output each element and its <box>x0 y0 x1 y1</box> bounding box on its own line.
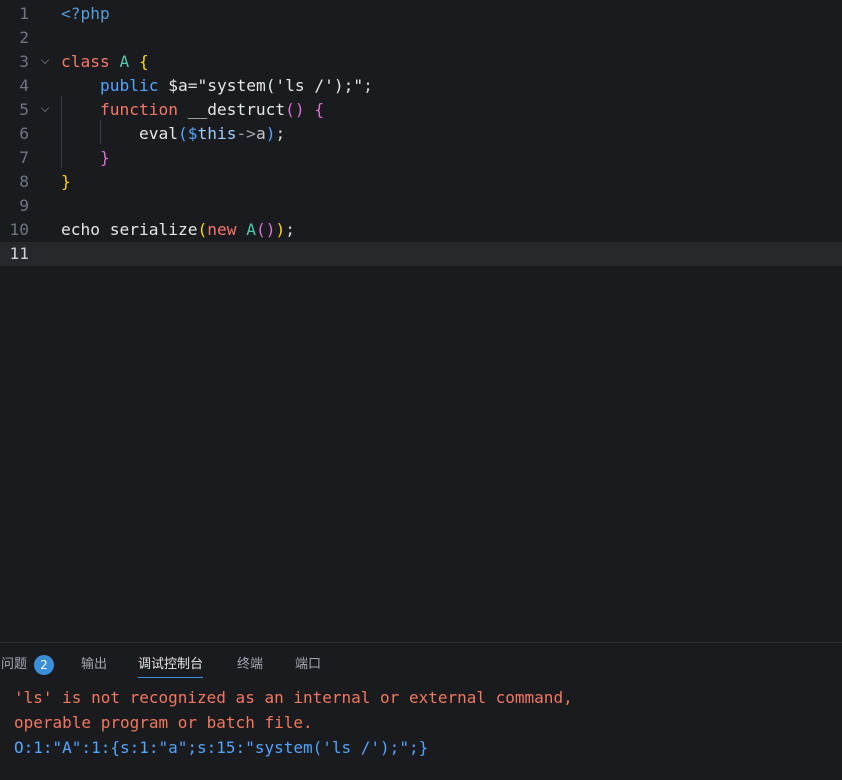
code-token: __destruct <box>177 100 286 119</box>
line-number: 4 <box>19 76 29 95</box>
code-line[interactable]: 6 eval($this->a); <box>0 122 842 146</box>
code-token: echo serialize <box>61 220 198 239</box>
code-token: -> <box>236 124 256 143</box>
code-token: this <box>197 124 237 143</box>
code-token: new <box>207 220 237 239</box>
console-output-line: operable program or batch file. <box>14 713 313 732</box>
code-token: ; <box>285 220 295 239</box>
line-number: 2 <box>19 28 29 47</box>
code-token: ( <box>197 220 208 239</box>
code-line[interactable]: 1 <?php <box>0 2 842 26</box>
line-number: 5 <box>19 100 29 119</box>
code-token: ) <box>265 124 276 143</box>
code-token: ) <box>275 220 286 239</box>
code-token: = <box>187 76 198 95</box>
code-line[interactable]: 11 <box>0 242 842 266</box>
bottom-panel: 问题 2 输出 调试控制台 终端 端口 'ls' is not recogniz… <box>0 642 842 780</box>
code-text: } <box>61 170 71 194</box>
fold-chevron-icon[interactable] <box>40 98 50 122</box>
code-line[interactable]: 4 public $a="system('ls /');"; <box>0 74 842 98</box>
line-number: 1 <box>19 4 29 23</box>
code-token: () <box>255 220 276 239</box>
code-token: eval <box>61 124 178 143</box>
code-token: ( <box>177 124 188 143</box>
line-number: 8 <box>19 172 29 191</box>
line-number: 3 <box>19 52 29 71</box>
code-token: { <box>138 52 149 71</box>
line-number: 11 <box>9 244 30 263</box>
code-token: "system('ls /');" <box>197 76 364 95</box>
code-token: A <box>119 52 130 71</box>
line-number: 9 <box>19 196 29 215</box>
code-text: <?php <box>61 2 110 26</box>
code-text: class A { <box>61 50 149 74</box>
code-line[interactable]: 10 echo serialize(new A()); <box>0 218 842 242</box>
fold-chevron-icon[interactable] <box>40 50 50 74</box>
code-token: { <box>314 100 325 119</box>
code-token: public <box>99 76 159 95</box>
code-line[interactable]: 3 class A { <box>0 50 842 74</box>
code-editor[interactable]: 1 <?php 2 3 class A {4 public $a="system('ls… <box>0 0 842 642</box>
tab-output[interactable]: 输出 <box>81 655 107 677</box>
code-token: a <box>255 124 266 143</box>
code-text: function __destruct() { <box>61 98 324 122</box>
tab-debug-console[interactable]: 调试控制台 <box>138 655 204 678</box>
code-line[interactable]: 5 function __destruct() { <box>0 98 842 122</box>
code-token: ; <box>275 124 286 143</box>
code-token: $a <box>158 76 188 95</box>
code-line[interactable]: 7 } <box>0 146 842 170</box>
problems-count-badge: 2 <box>34 655 54 675</box>
code-token: } <box>61 172 71 191</box>
code-text: eval($this->a); <box>61 122 285 146</box>
indent-guide-function <box>100 120 101 144</box>
console-output-line: O:1:"A":1:{s:1:"a";s:15:"system('ls /');… <box>14 738 429 757</box>
indent-guide-class <box>61 96 62 168</box>
code-token: function <box>99 100 178 119</box>
code-line[interactable]: 9 <box>0 194 842 218</box>
code-token: class <box>61 52 120 71</box>
line-number: 6 <box>19 124 29 143</box>
code-line[interactable]: 2 <box>0 26 842 50</box>
code-text: public $a="system('ls /');"; <box>61 74 373 98</box>
line-number: 10 <box>9 220 30 239</box>
tab-ports[interactable]: 端口 <box>295 655 321 677</box>
code-token: } <box>99 148 110 167</box>
code-text: echo serialize(new A()); <box>61 218 295 242</box>
console-output-line: 'ls' is not recognized as an internal or… <box>14 688 573 707</box>
code-token: A <box>246 220 256 239</box>
code-token: $ <box>187 124 198 143</box>
code-text: } <box>61 146 110 170</box>
line-number: 7 <box>19 148 29 167</box>
tab-terminal[interactable]: 终端 <box>237 655 263 677</box>
code-token: () <box>285 100 305 119</box>
code-token: ; <box>363 76 373 95</box>
code-token: <?php <box>61 4 110 23</box>
tab-problems[interactable]: 问题 <box>1 655 27 677</box>
code-line[interactable]: 8} <box>0 170 842 194</box>
panel-tabs: 问题 2 输出 调试控制台 终端 端口 <box>0 643 842 683</box>
